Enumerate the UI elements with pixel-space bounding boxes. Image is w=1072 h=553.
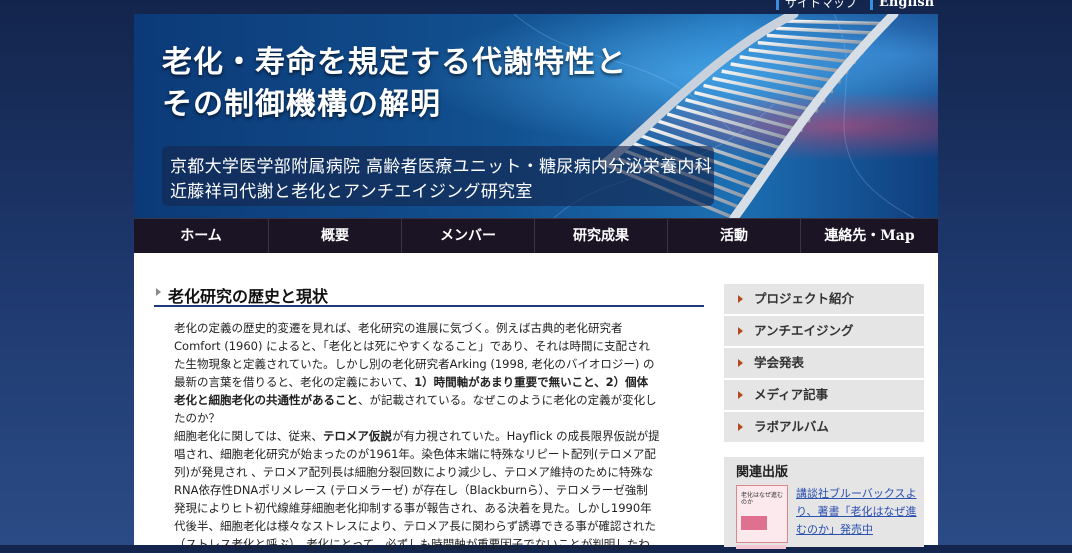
arrow-icon <box>738 327 743 335</box>
article-body: 老化の定義の歴史的変遷を見れば、老化研究の進展に気づく。例えば古典的老化研究者 C… <box>174 319 684 553</box>
article-text: が有力視されていた。Hayflick の成長限界仮説が提 <box>391 429 660 443</box>
article-line: 老化の定義の歴史的変遷を見れば、老化研究の進展に気づく。例えば古典的老化研究者 <box>174 319 684 337</box>
sidebar-item-label: プロジェクト紹介 <box>754 291 855 306</box>
article-line: 列)が発見され 、テロメア配列長は細胞分裂回数により減少し、テロメア維持のために… <box>174 463 684 481</box>
publication-link[interactable]: 講談社ブルーバックスより、著書「老化はなぜ進むのか」発売中 <box>796 485 920 539</box>
english-link[interactable]: English <box>870 0 934 10</box>
arrow-icon <box>738 391 743 399</box>
article-line: 代後半、細胞老化は様々なストレスにより、テロメア長に関わらず誘導できる事が確認さ… <box>174 517 684 535</box>
article-line: 最新の言葉を借りると、老化の定義において、1）時間軸があまり重要で無いこと、2）… <box>174 373 684 391</box>
sidebar-item-label: メディア記事 <box>754 387 829 402</box>
sidebar-menu: プロジェクト紹介 アンチエイジング 学会発表 メディア記事 ラボアルバム <box>724 284 924 444</box>
article-text: たのか？ <box>174 411 220 425</box>
article-line: 発現によりヒト初代線維芽細胞老化抑制する事が報告され、ある決着を見た。しかし19… <box>174 499 684 517</box>
publication-heading: 関連出版 <box>736 465 789 480</box>
article-line: （ストレス老化と呼ぶ）。老化にとって、必ずしも時間軸が重要因子でないことが判明し… <box>174 535 684 553</box>
article-text: RNA依存性DNAポリメレース (テロメラーゼ) が存在し（Blackburnら… <box>174 483 648 497</box>
article-text: た生物現象と定義されていた。しかし別の老化研究者Arking (1998, 老化… <box>174 357 655 371</box>
main-nav: ホーム 概要 メンバー 研究成果 活動 連絡先・Map <box>134 218 938 254</box>
article-emphasis: 1）時間軸があまり重要で無いこと、2）個体 <box>414 375 649 389</box>
helix-rung <box>721 69 834 94</box>
article-line: 老化と細胞老化の共通性があること、が記載されている。なぜこのように老化の定義が変… <box>174 391 684 409</box>
sidebar-item-label: 学会発表 <box>754 355 805 370</box>
sitemap-link[interactable]: サイトマップ <box>776 0 857 10</box>
article-line: RNA依存性DNAポリメレース (テロメラーゼ) が存在し（Blackburnら… <box>174 481 684 499</box>
site-banner: 老化・寿命を規定する代謝特性と その制御機構の解明 京都大学医学部附属病院 高齢… <box>134 14 938 218</box>
banner-title: 老化・寿命を規定する代謝特性と その制御機構の解明 <box>162 42 627 126</box>
article-line: た生物現象と定義されていた。しかし別の老化研究者Arking (1998, 老化… <box>174 355 684 373</box>
article-text: 細胞老化に関しては、従来、 <box>174 429 323 443</box>
sidebar-item-project[interactable]: プロジェクト紹介 <box>724 284 924 314</box>
article-line: 細胞老化に関しては、従来、テロメア仮説が有力視されていた。Hayflick の成… <box>174 427 684 445</box>
article-emphasis: 老化と細胞老化の共通性があること <box>174 393 358 407</box>
arrow-icon <box>738 423 743 431</box>
article-line: Comfort (1960) によると、「老化とは死にやすくなること」であり、そ… <box>174 337 684 355</box>
heading-triangle-icon <box>156 288 161 296</box>
content-area: 老化研究の歴史と現状 老化の定義の歴史的変遷を見れば、老化研究の進展に気づく。例… <box>134 253 938 551</box>
banner-title-line1: 老化・寿命を規定する代謝特性と <box>162 45 627 80</box>
banner-subtitle-line1: 京都大学医学部附属病院 高齢者医療ユニット・糖尿病内分泌栄養内科 <box>170 157 713 177</box>
sidebar-item-album[interactable]: ラボアルバム <box>724 412 924 442</box>
publication-box: 関連出版 老化はなぜ進むのか 講談社ブルーバックスより、著書「老化はなぜ進むのか… <box>724 457 924 549</box>
article-heading: 老化研究の歴史と現状 <box>154 283 704 307</box>
banner-subtitle-box: 京都大学医学部附属病院 高齢者医療ユニット・糖尿病内分泌栄養内科 近藤祥司代謝と… <box>162 146 714 206</box>
nav-item-overview[interactable]: 概要 <box>269 219 402 254</box>
article-text: 、が記載されている。なぜこのように老化の定義が変化し <box>358 393 657 407</box>
helix-rung <box>775 26 879 36</box>
article-text: 代後半、細胞老化は様々なストレスにより、テロメア長に関わらず誘導できる事が確認さ… <box>174 519 656 533</box>
sidebar-item-label: ラボアルバム <box>754 419 829 434</box>
helix-rung <box>730 62 841 84</box>
arrow-icon <box>738 359 743 367</box>
article-title: 老化研究の歴史と現状 <box>168 287 329 306</box>
nav-item-research[interactable]: 研究成果 <box>535 219 668 254</box>
article-text: 最新の言葉を借りると、老化の定義において、 <box>174 375 415 389</box>
article-text: Comfort (1960) によると、「老化とは死にやすくなること」であり、そ… <box>174 339 651 353</box>
article-text: 老化の定義の歴史的変遷を見れば、老化研究の進展に気づく。例えば古典的老化研究者 <box>174 321 623 335</box>
arrow-icon <box>738 295 743 303</box>
article-text: 列)が発見され 、テロメア配列長は細胞分裂回数により減少し、テロメア維持のために… <box>174 465 654 479</box>
nav-item-members[interactable]: メンバー <box>402 219 535 254</box>
article-line: たのか？ <box>174 409 684 427</box>
article-text: （ストレス老化と呼ぶ）。老化にとって、必ずしも時間軸が重要因子でないことが判明し… <box>174 537 650 551</box>
sidebar-item-label: アンチエイジング <box>754 323 854 338</box>
sidebar-item-media[interactable]: メディア記事 <box>724 380 924 410</box>
article-emphasis: テロメア仮説 <box>322 429 392 443</box>
book-cover-title: 老化はなぜ進むのか <box>741 492 784 506</box>
article-text: 発現によりヒト初代線維芽細胞老化抑制する事が報告され、ある決着を見た。しかし19… <box>174 501 652 515</box>
banner-title-line2: その制御機構の解明 <box>162 87 441 122</box>
sidebar-item-antiaging[interactable]: アンチエイジング <box>724 316 924 346</box>
top-links-bar: サイトマップ English <box>0 0 1072 14</box>
article-text: 唱され、細胞老化研究が始まったのが1961年。染色体末端に特殊なリピート配列(テ… <box>174 447 656 461</box>
sidebar-item-conference[interactable]: 学会発表 <box>724 348 924 378</box>
book-cover-image[interactable]: 老化はなぜ進むのか <box>736 485 788 543</box>
article-line: 唱され、細胞老化研究が始まったのが1961年。染色体末端に特殊なリピート配列(テ… <box>174 445 684 463</box>
helix-rung <box>766 33 872 45</box>
helix-rung <box>784 19 887 26</box>
nav-item-contact[interactable]: 連絡先・Map <box>801 219 938 254</box>
nav-item-activities[interactable]: 活動 <box>668 219 801 254</box>
second-book-cover-edge <box>736 545 786 549</box>
book-cover-graphic <box>741 516 767 530</box>
banner-subtitle-line2: 近藤祥司代謝と老化とアンチエイジング研究室 <box>170 182 533 202</box>
nav-item-home[interactable]: ホーム <box>134 219 269 254</box>
